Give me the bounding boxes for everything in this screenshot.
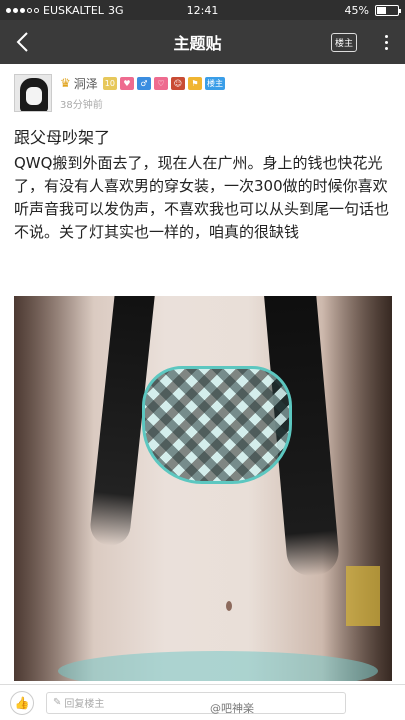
bottom-bar: 👍 ✎ 回复楼主: [0, 684, 405, 720]
more-dot-icon: [384, 34, 388, 38]
avatar[interactable]: [14, 74, 52, 112]
username[interactable]: 洞泽: [74, 75, 98, 92]
op-badge: 楼主: [204, 76, 225, 90]
member-badge-icon: ♡: [153, 76, 168, 90]
flag-badge-icon: ⚑: [187, 76, 202, 90]
more-dot-icon: [384, 46, 388, 50]
avatar-badge-icon: ☺: [170, 76, 185, 90]
status-time: 12:41: [186, 3, 219, 17]
chevron-left-icon: [16, 32, 28, 52]
post-time: 38分钟前: [60, 100, 103, 111]
reply-input[interactable]: ✎ 回复楼主: [46, 691, 346, 714]
post-header: ♛ 洞泽 10 ♥ ♂ ♡ ☺ ⚑ 楼主 38分钟前: [14, 74, 394, 114]
male-gender-icon: ♂: [136, 76, 151, 90]
user-info: ♛ 洞泽 10 ♥ ♂ ♡ ☺ ⚑ 楼主 38分钟前: [60, 74, 225, 114]
pencil-icon: ✎: [53, 697, 62, 708]
more-dot-icon: [384, 40, 388, 44]
post-body: QWQ搬到外面去了，现在人在广州。身上的钱也快花光了，有没有人喜欢男的穿女装，一…: [14, 154, 390, 241]
level-badge: 10: [102, 76, 117, 90]
network-type: 3G: [107, 3, 124, 17]
battery-icon: [375, 4, 401, 16]
crown-icon: ♛: [60, 76, 71, 90]
app-bar: 主题贴 楼主: [0, 20, 405, 64]
back-button[interactable]: [0, 20, 44, 64]
battery-fill: [377, 6, 386, 14]
reply-placeholder: 回复楼主: [64, 699, 105, 710]
more-options-button[interactable]: [371, 20, 401, 64]
status-right: 45%: [249, 3, 401, 17]
status-bar: EUSKALTEL 3G 12:41 45%: [0, 0, 405, 20]
user-line: ♛ 洞泽 10 ♥ ♂ ♡ ☺ ⚑ 楼主: [60, 74, 225, 92]
op-only-button[interactable]: 楼主: [330, 32, 357, 52]
carrier-name: EUSKALTEL: [43, 3, 104, 17]
watermark: @吧神楽: [210, 702, 254, 715]
signal-strength-icon: [6, 7, 39, 13]
thumbs-up-icon: 👍: [14, 695, 30, 710]
post-title: 跟父母吵架了: [14, 128, 111, 147]
like-button[interactable]: 👍: [10, 690, 34, 715]
post-image[interactable]: [14, 296, 392, 681]
page-title: 主题贴: [173, 34, 222, 53]
vip-badge-icon: ♥: [119, 76, 134, 90]
status-left: EUSKALTEL 3G: [6, 4, 156, 17]
battery-percent: 45%: [344, 3, 369, 17]
